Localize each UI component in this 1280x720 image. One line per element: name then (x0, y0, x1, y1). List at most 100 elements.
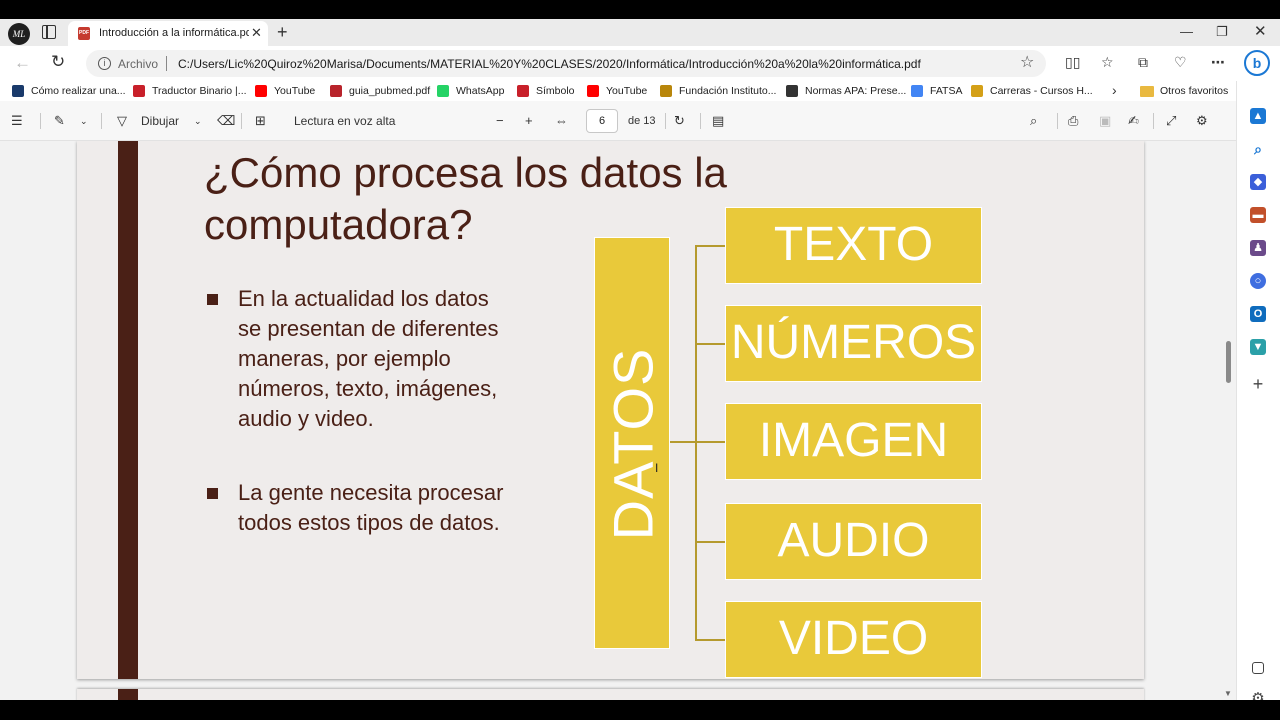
text-icon[interactable]: ⊞ (255, 113, 266, 129)
save-as-icon[interactable]: ✍ (1128, 113, 1139, 129)
foundation-icon (660, 85, 672, 97)
zoom-out-icon[interactable]: − (496, 113, 504, 129)
tools-icon[interactable]: ▬ (1250, 207, 1266, 223)
more-menu-icon[interactable]: ⋯ (1211, 53, 1225, 71)
youtube-icon (587, 85, 599, 97)
favorites-bar: Cómo realizar una... Traductor Binario |.… (0, 81, 1236, 101)
refresh-icon[interactable]: ↻ (51, 52, 65, 72)
zoom-in-icon[interactable]: + (525, 113, 533, 129)
drop-icon[interactable]: ▼ (1250, 339, 1266, 355)
diagram-item-label: TEXTO (773, 218, 934, 271)
bullet-square-icon (207, 488, 218, 499)
youtube-icon (255, 85, 267, 97)
search-icon[interactable]: ⌕ (1250, 141, 1266, 157)
favorite-item[interactable]: guia_pubmed.pdf (330, 83, 430, 99)
star-icon[interactable]: ☆ (1020, 54, 1034, 72)
favorite-item[interactable]: Carreras - Cursos H... (971, 83, 1093, 99)
contents-icon[interactable]: ☰ (11, 113, 23, 129)
extensions-icon[interactable]: ♡ (1174, 53, 1187, 71)
favorite-label: guia_pubmed.pdf (349, 85, 431, 97)
toolbar-divider (241, 113, 242, 129)
rotate-icon[interactable]: ↻ (674, 113, 685, 129)
split-screen-icon[interactable]: ▯▯ (1065, 53, 1080, 71)
favorite-item[interactable]: Símbolo (517, 83, 575, 99)
diagram-connector (695, 245, 725, 247)
favorite-label: Normas APA: Prese... (805, 85, 907, 97)
vertical-scrollbar[interactable]: ▼ (1220, 141, 1236, 700)
tab-active[interactable]: PDF Introducción a la informática.pdf ✕ (68, 21, 268, 46)
outlook-icon[interactable]: O (1250, 306, 1266, 322)
diagram-item-box: VIDEO (725, 601, 982, 678)
bullet-item: La gente necesita procesar todos estos t… (207, 478, 507, 578)
eraser-icon[interactable]: ⌫ (217, 113, 235, 129)
shopping-icon[interactable]: ◆ (1250, 174, 1266, 190)
toolbar-divider (1057, 113, 1058, 129)
tab-actions-icon[interactable] (42, 25, 56, 39)
settings-icon[interactable]: ⚙ (1250, 691, 1266, 701)
slide-accent-bar (118, 141, 138, 679)
url-text[interactable]: C:/Users/Lic%20Quiroz%20Marisa/Documents… (178, 57, 1008, 71)
draw-icon[interactable]: ▽ (117, 113, 127, 129)
diagram-item-label: VIDEO (778, 612, 929, 665)
chevron-down-icon[interactable]: ⌄ (80, 113, 88, 129)
favorite-item[interactable]: Cómo realizar una... (12, 83, 126, 99)
page-view-icon[interactable]: ▤ (712, 113, 724, 129)
minimize-icon[interactable]: — (1180, 23, 1193, 41)
favorite-item[interactable]: WhatsApp (437, 83, 504, 99)
settings-icon[interactable]: ⚙ (1196, 113, 1208, 129)
favorite-item[interactable]: Traductor Binario |... (133, 83, 247, 99)
diagram-item-box: IMAGEN (725, 403, 982, 480)
favorite-item[interactable]: YouTube (587, 83, 647, 99)
restore-icon[interactable]: ❐ (1216, 23, 1228, 41)
symbol-icon (517, 85, 529, 97)
back-icon[interactable]: ← (14, 53, 31, 73)
add-icon[interactable]: + (1250, 375, 1266, 393)
office-icon[interactable]: ○ (1250, 273, 1266, 289)
favorite-label: YouTube (606, 85, 648, 97)
google-icon (911, 85, 923, 97)
favorite-item[interactable]: FATSA (911, 83, 962, 99)
fit-width-icon[interactable]: ⇔ (555, 113, 568, 129)
diagram-connector (695, 639, 725, 641)
diagram-connector (695, 245, 697, 641)
favorite-item[interactable]: Normas APA: Prese... (786, 83, 906, 99)
window-close-icon[interactable]: ✕ (1254, 23, 1267, 41)
games-icon[interactable]: ♟ (1250, 240, 1266, 256)
page-number-input[interactable]: 6 (586, 109, 618, 133)
scroll-down-icon[interactable]: ▼ (1224, 689, 1232, 698)
new-tab-icon[interactable]: + (277, 21, 288, 43)
pdf-viewport[interactable]: ¿Cómo procesa los datos la computadora? … (0, 141, 1236, 700)
search-icon[interactable]: ⌕ (1030, 113, 1037, 129)
favorite-label: Fundación Instituto... (679, 85, 777, 97)
collections-icon[interactable]: ⧉ (1138, 53, 1148, 71)
diagram-item-box: TEXTO (725, 207, 982, 284)
draw-button[interactable]: Dibujar (141, 113, 179, 129)
profile-avatar[interactable]: ML (8, 23, 30, 45)
print-icon[interactable]: ⎙ (1068, 113, 1078, 129)
close-icon[interactable]: ✕ (251, 26, 262, 40)
chevron-right-icon[interactable]: › (1112, 82, 1117, 98)
info-icon[interactable]: i (98, 57, 111, 70)
favorite-label: Símbolo (536, 85, 575, 97)
bing-copilot-icon[interactable]: b (1244, 50, 1270, 76)
notifications-icon[interactable]: ▲ (1250, 108, 1266, 124)
sidebar-panel-icon[interactable] (1252, 662, 1264, 674)
fullscreen-icon[interactable]: ⤢ (1166, 113, 1176, 129)
folder-icon (1140, 85, 1154, 97)
highlight-icon[interactable]: ✎ (54, 113, 65, 129)
address-separator (166, 56, 167, 71)
browser-window: ML PDF Introducción a la informática.pdf… (0, 19, 1280, 700)
favorite-item[interactable]: Fundación Instituto... (660, 83, 776, 99)
read-aloud-button[interactable]: Lectura en voz alta (294, 113, 395, 129)
favorite-label: Traductor Binario |... (152, 85, 247, 97)
courses-icon (971, 85, 983, 97)
other-favorites-folder[interactable]: Otros favoritos (1140, 83, 1228, 99)
address-bar[interactable]: i Archivo C:/Users/Lic%20Quiroz%20Marisa… (86, 50, 1046, 77)
scroll-thumb[interactable] (1226, 341, 1231, 383)
chevron-down-icon[interactable]: ⌄ (194, 113, 202, 129)
favorites-icon[interactable]: ☆ (1101, 53, 1114, 71)
diagram-item-label: IMAGEN (758, 414, 949, 467)
save-icon[interactable]: ▣ (1099, 113, 1111, 129)
slide-accent-bar (118, 689, 138, 700)
favorite-item[interactable]: YouTube (255, 83, 315, 99)
